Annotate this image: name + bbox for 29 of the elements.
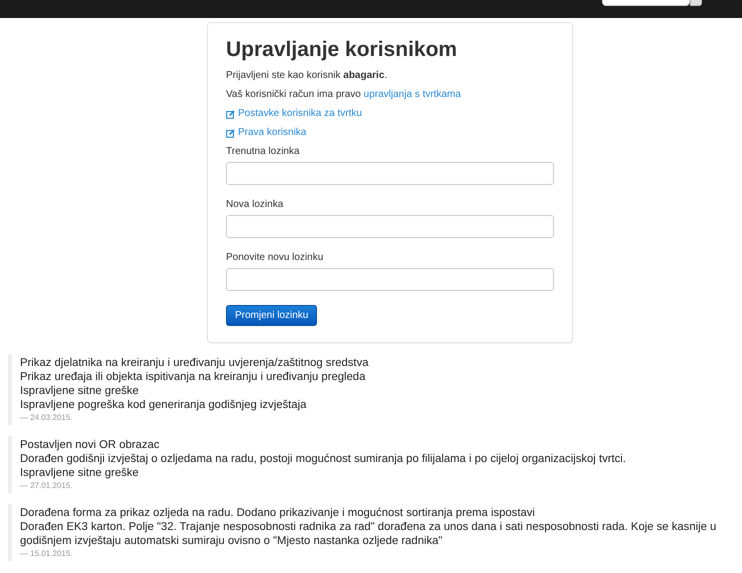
- change-password-button[interactable]: Promjeni lozinku: [226, 305, 318, 326]
- password-field[interactable]: [226, 215, 554, 238]
- edit-icon: [226, 110, 235, 118]
- changelog-line: Prikaz uređaja ili objekta ispitivanja na kreiranju i uređivanju pregleda: [20, 370, 366, 384]
- changelog-line: Prikaz djelatnika na kreiranju i uređivanju uvjerenja/zaštitnog sredstva: [20, 356, 370, 370]
- edit-link[interactable]: Postavke korisnika za tvrtku: [226, 108, 362, 120]
- edit-link[interactable]: Prava korisnika: [226, 127, 306, 139]
- entry-date: — 27.01.2015.: [20, 480, 74, 491]
- field-label: Trenutna lozinka: [226, 146, 301, 158]
- password-field[interactable]: [226, 162, 554, 185]
- search-field[interactable]: [602, 0, 690, 6]
- changelog-line: Dorađen godišnji izvještaj o ozljedama na radu, postoji mogućnost sumiranja po filijalama i po cijeloj organizacijskoj tvrtci.: [20, 452, 627, 466]
- changelog-line: Ispravljene pogreška kod generiranja godišnjeg izvještaja: [20, 398, 308, 412]
- changelog-line: Ispravljene sitne greške: [20, 466, 140, 480]
- password-field[interactable]: [226, 268, 554, 291]
- changelog-line: Dorađen EK3 karton. Polje "32. Trajanje nesposobnosti radnika za rad" dorađena za unos dana i sati nesposobnosti rada. Koje se kasnije u godišnjem izvještaju automatski sumiraju ovisno o "Mjesto nastanka ozljede radnika": [20, 520, 718, 548]
- changelog-line: Postavljen novi OR obrazac: [20, 438, 160, 452]
- login-text: Prijavljeni ste kao korisnik abagaric.: [226, 70, 388, 82]
- field-label: Nova lozinka: [226, 199, 284, 211]
- changelog-line: Dorađena forma za prikaz ozljeda na radu. Dodano prikazivanje i mogućnost sortiranja prema ispostavi: [20, 506, 536, 520]
- rights-link[interactable]: upravljanja s tvrtkama: [364, 89, 461, 100]
- edit-icon: [226, 128, 235, 138]
- rights-text: Vaš korisnički račun ima pravo: [226, 89, 361, 100]
- page-title: Upravljanje korisnikom: [226, 37, 458, 63]
- entry-date: — 24.03.2015.: [20, 412, 74, 423]
- entry-date: — 15.01.2015.: [20, 548, 74, 559]
- field-label: Ponovite novu lozinku: [226, 252, 324, 264]
- changelog-line: Ispravljene sitne greške: [20, 384, 140, 398]
- search-button[interactable]: [690, 0, 702, 6]
